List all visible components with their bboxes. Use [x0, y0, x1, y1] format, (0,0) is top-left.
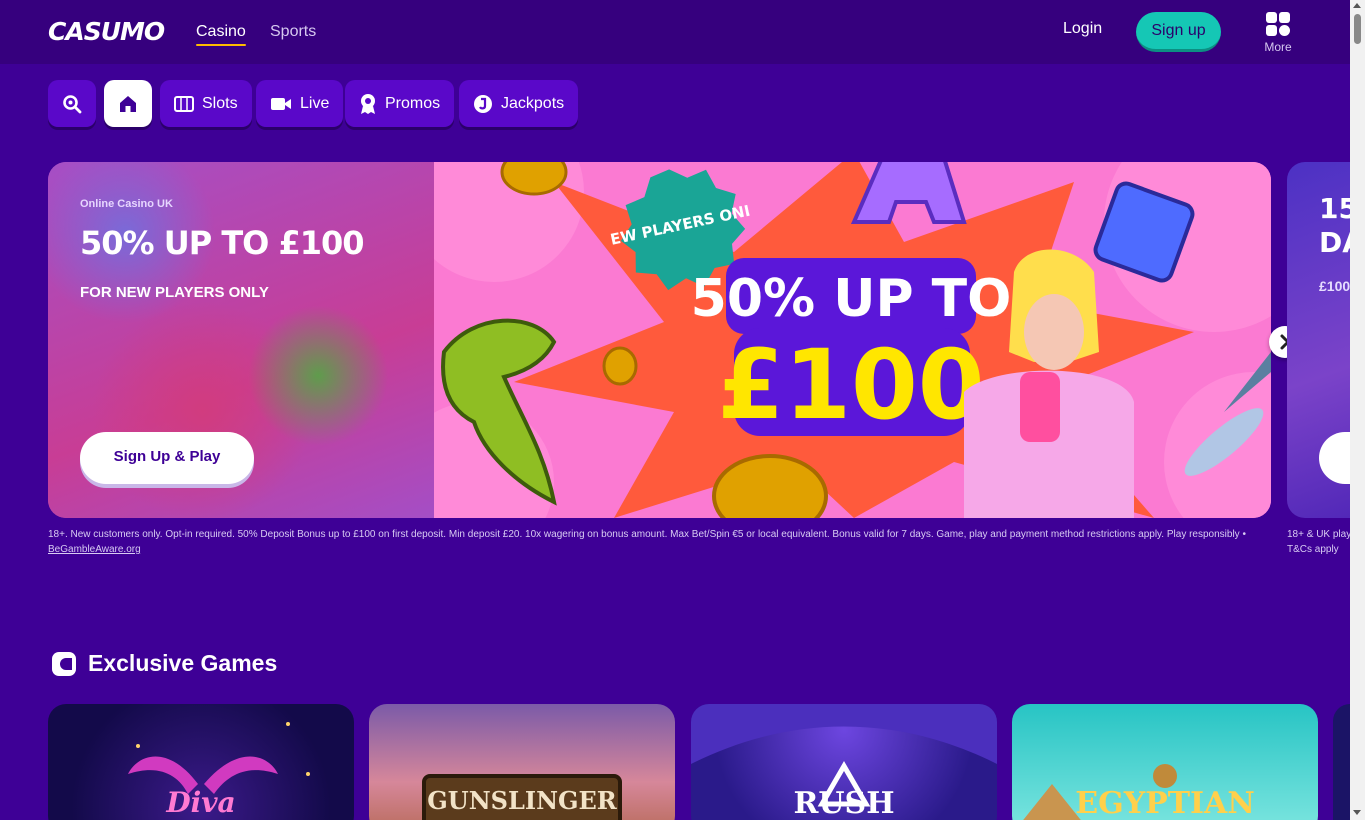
next-promo-terms: 18+ & UK playe T&Cs apply [1287, 527, 1350, 557]
jackpot-coin-icon [474, 94, 492, 113]
tab-slots[interactable]: Slots [160, 80, 252, 127]
signup-button[interactable]: Sign up [1136, 12, 1221, 52]
hero-subtitle: FOR NEW PLAYERS ONLY [80, 284, 269, 301]
promo-line2: £100 [717, 329, 984, 441]
tab-home[interactable] [104, 80, 152, 127]
game-title-egyptian: EGYPTIAN [1075, 786, 1255, 820]
tab-live[interactable]: Live [256, 80, 344, 127]
scroll-up-arrow-icon[interactable] [1353, 3, 1361, 8]
hero-title: 50% UP TO £100 [80, 224, 365, 262]
signup-and-play-button[interactable]: Sign Up & Play [80, 432, 254, 484]
next-promo-terms-line2: T&Cs apply [1287, 544, 1339, 555]
promo-illustration: 50% UP TO £100 [434, 162, 1271, 518]
search-button[interactable] [48, 80, 96, 127]
next-promo-subtitle: £100 [1319, 278, 1350, 294]
badge-icon [361, 93, 375, 114]
next-promo-terms-line1: 18+ & UK playe [1287, 529, 1350, 540]
hero-terms: 18+. New customers only. Opt-in required… [48, 527, 1263, 557]
hero-terms-text: 18+. New customers only. Opt-in required… [48, 529, 1246, 540]
nav-casino[interactable]: Casino [196, 23, 246, 46]
top-navigation-bar: CASUMO Casino Sports Login Sign up More [0, 0, 1350, 64]
page-scrollbar[interactable] [1350, 0, 1365, 820]
next-promo-cta-button[interactable] [1319, 432, 1350, 484]
video-camera-icon [271, 97, 291, 110]
tab-live-label: Live [300, 94, 330, 112]
game-tile-gunslinger[interactable]: GUNSLINGER [369, 704, 675, 820]
game-tile-next[interactable] [1333, 704, 1350, 820]
hero-eyebrow: Online Casino UK [80, 198, 173, 210]
hero-promo-artwork: 50% UP TO £100 NEW PLAYERS ONLY [434, 162, 1271, 518]
game-tile-egyptian[interactable]: EGYPTIAN [1012, 704, 1318, 820]
next-promo-card[interactable]: 15, DA £100 [1287, 162, 1350, 518]
game-title-rush: RUSH [793, 786, 895, 820]
game-title-diva: Diva [166, 786, 236, 819]
home-icon [120, 95, 136, 112]
more-menu-button[interactable]: More [1260, 12, 1296, 54]
game-tile-diva[interactable]: Diva [48, 704, 354, 820]
login-link[interactable]: Login [1063, 20, 1102, 38]
tab-promos-label: Promos [385, 94, 441, 112]
slot-machine-icon [174, 95, 194, 112]
hero-banner[interactable]: Online Casino UK 50% UP TO £100 FOR NEW … [48, 162, 1271, 518]
tab-slots-label: Slots [202, 94, 238, 112]
tab-jackpots[interactable]: Jackpots [459, 80, 579, 127]
game-tile-rush[interactable]: RUSH [691, 704, 997, 820]
more-label: More [1264, 40, 1292, 54]
game-title-gunslinger: GUNSLINGER [427, 786, 617, 815]
casumo-c-icon [52, 652, 76, 676]
next-promo-title-line2: DA [1319, 226, 1350, 259]
tab-promos[interactable]: Promos [345, 80, 455, 127]
scroll-thumb[interactable] [1354, 14, 1361, 44]
hero-text-panel: Online Casino UK 50% UP TO £100 FOR NEW … [48, 162, 434, 518]
promo-line1: 50% UP TO [691, 269, 1012, 329]
casumo-logo[interactable]: CASUMO [48, 17, 165, 46]
next-promo-title: 15, DA [1319, 192, 1350, 260]
nav-sports[interactable]: Sports [270, 23, 316, 41]
scroll-down-arrow-icon[interactable] [1353, 810, 1361, 815]
apps-grid-icon [1266, 12, 1290, 36]
next-promo-title-line1: 15, [1319, 192, 1350, 225]
section-title-exclusive-games: Exclusive Games [88, 650, 278, 676]
begambleaware-link[interactable]: BeGambleAware.org [48, 544, 141, 555]
tab-jackpots-label: Jackpots [501, 94, 565, 112]
search-icon [63, 94, 82, 113]
